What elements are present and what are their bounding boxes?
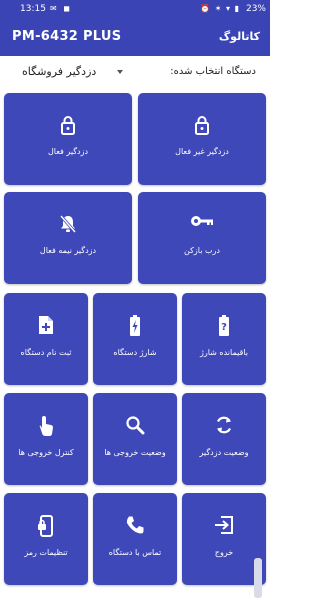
partial-arm-button[interactable]: دزدگیر نیمه فعال: [4, 192, 132, 284]
activate-alarm-button[interactable]: دزدگیر فعال: [4, 93, 132, 185]
scrollbar[interactable]: [254, 558, 262, 598]
tile-label: تماس با دستگاه: [108, 548, 162, 557]
tile-label: دزدگیر فعال: [47, 147, 89, 156]
tile-label: کنترل خروجی ها: [18, 448, 74, 457]
tile-label: شارژ دستگاه: [113, 348, 157, 357]
refresh-icon: [182, 415, 266, 435]
add-file-icon: [4, 315, 88, 335]
battery-charging-icon: [93, 315, 177, 337]
app-bar: PM-6432 PLUS کاتالوگ: [0, 20, 270, 56]
alarm-status-button[interactable]: وضعیت دزدگیر: [182, 393, 266, 485]
dropdown-arrow-icon[interactable]: [117, 70, 123, 74]
call-device-button[interactable]: تماس با دستگاه: [93, 493, 177, 585]
svg-text:?: ?: [221, 322, 227, 333]
exit-icon: [182, 515, 266, 535]
register-device-button[interactable]: ثبت نام دستگاه: [4, 293, 88, 385]
tile-label: درب بازکن: [184, 246, 220, 255]
notification-icons: ✉ ◼: [50, 4, 72, 13]
outputs-status-button[interactable]: وضعیت خروجی ها: [93, 393, 177, 485]
lock-icon: [138, 115, 266, 135]
status-time: 13:15: [20, 4, 46, 14]
battery-unknown-icon: ?: [182, 315, 266, 337]
tile-label: باقیمانده شارژ: [200, 348, 248, 357]
tile-label: دزدگیر نیمه فعال: [39, 246, 97, 255]
password-settings-button[interactable]: تنظیمات رمز: [4, 493, 88, 585]
tile-label: دزدگیر غیر فعال: [175, 147, 229, 156]
control-outputs-button[interactable]: کنترل خروجی ها: [4, 393, 88, 485]
search-icon: [93, 415, 177, 435]
remaining-charge-button[interactable]: ? باقیمانده شارژ: [182, 293, 266, 385]
tile-label: وضعیت خروجی ها: [104, 448, 166, 457]
key-icon: [138, 214, 266, 228]
door-opener-button[interactable]: درب بازکن: [138, 192, 266, 284]
deactivate-alarm-button[interactable]: دزدگیر غیر فعال: [138, 93, 266, 185]
charge-device-button[interactable]: شارژ دستگاه: [93, 293, 177, 385]
status-bar: 13:15 ✉ ◼ ⏰ ✶ ▾ ▮ 23%: [0, 0, 270, 20]
tile-label: خروج: [214, 548, 234, 557]
phone-lock-icon: [4, 515, 88, 537]
tile-label: ثبت نام دستگاه: [20, 348, 72, 357]
battery-level: 23%: [245, 4, 266, 14]
device-selector-label: دستگاه انتخاب شده:: [170, 66, 256, 77]
tile-label: وضعیت دزدگیر: [199, 448, 249, 457]
lock-icon: [4, 115, 132, 135]
system-icons: ⏰ ✶ ▾ ▮: [200, 4, 240, 13]
bell-off-icon: [4, 214, 132, 234]
device-model-title: PM-6432 PLUS: [12, 29, 122, 44]
phone-icon: [93, 515, 177, 535]
device-selector: دستگاه انتخاب شده: دزدگیر فروشگاه: [0, 56, 270, 90]
tile-label: تنظیمات رمز: [24, 548, 68, 557]
catalog-link[interactable]: کاتالوگ: [219, 30, 260, 43]
touch-icon: [4, 415, 88, 437]
device-dropdown[interactable]: دزدگیر فروشگاه: [22, 65, 96, 78]
